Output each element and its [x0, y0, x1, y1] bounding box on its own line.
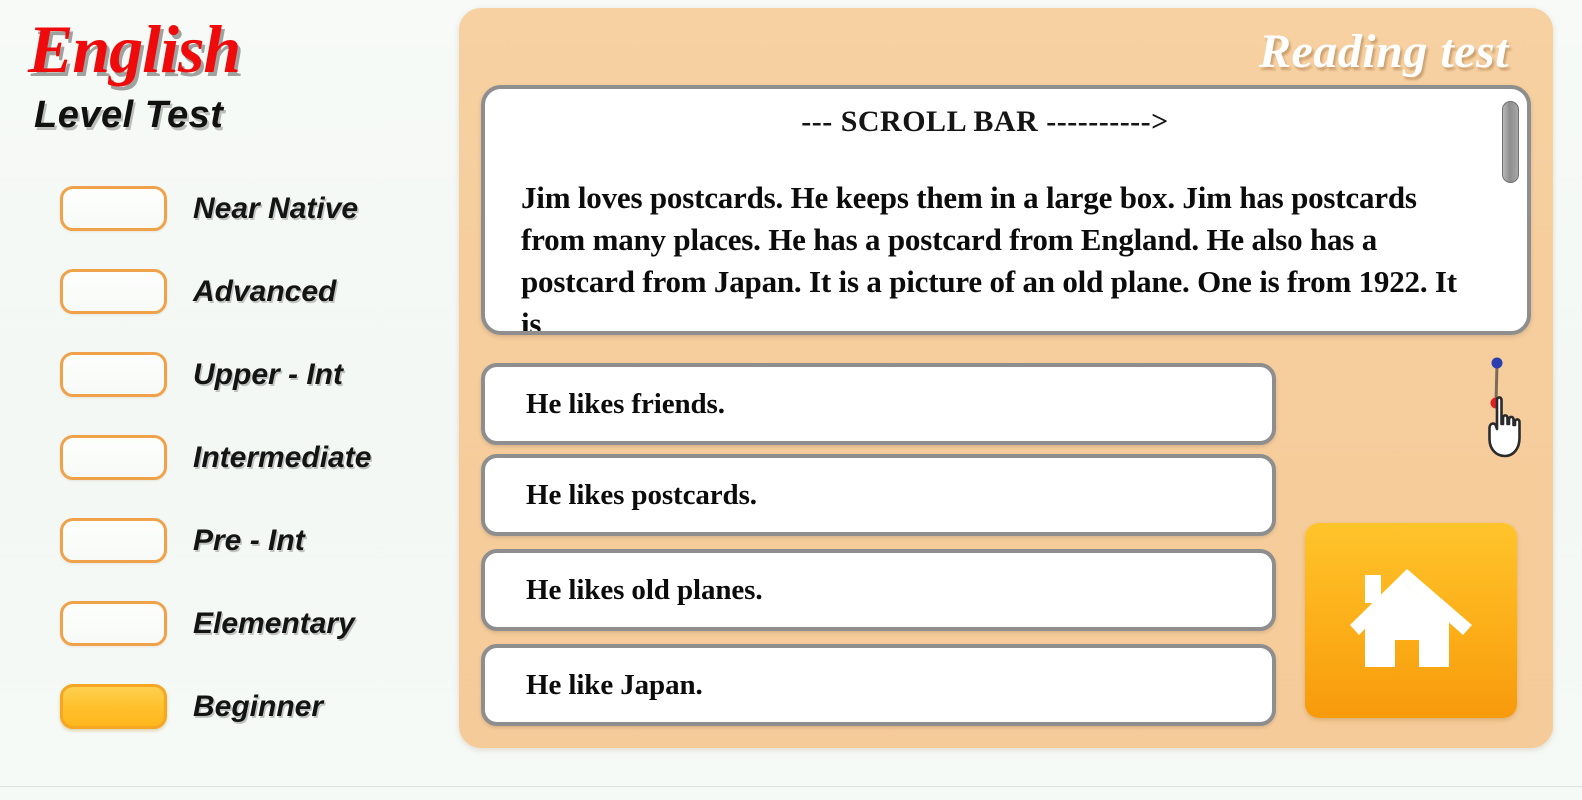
level-label-pre-int: Pre - Int	[193, 523, 305, 557]
level-label-advanced: Advanced	[193, 274, 337, 308]
level-box-near-native[interactable]	[60, 186, 167, 231]
reading-passage-box: --- SCROLL BAR ----------> Jim loves pos…	[481, 85, 1531, 335]
answer-option-c[interactable]: He likes old planes.	[481, 549, 1276, 631]
answer-option-a-label: He likes friends.	[526, 388, 725, 420]
level-box-upper-int[interactable]	[60, 352, 167, 397]
level-row-beginner[interactable]: Beginner	[0, 682, 452, 765]
level-row-near-native[interactable]: Near Native	[0, 184, 452, 267]
answer-option-d-label: He like Japan.	[526, 669, 703, 701]
answer-option-d[interactable]: He like Japan.	[481, 644, 1276, 726]
level-row-intermediate[interactable]: Intermediate	[0, 433, 452, 516]
reading-passage-text: Jim loves postcards. He keeps them in a …	[521, 180, 1457, 335]
level-label-beginner: Beginner	[193, 689, 324, 723]
level-box-beginner[interactable]	[60, 684, 167, 729]
answer-option-b-label: He likes postcards.	[526, 479, 757, 511]
page-title: Reading test	[1258, 25, 1509, 78]
level-box-advanced[interactable]	[60, 269, 167, 314]
level-label-elementary: Elementary	[193, 606, 355, 640]
vertical-scrollbar[interactable]	[1499, 93, 1521, 327]
sidebar: English Level Test Near Native Advanced …	[0, 0, 452, 775]
answer-option-a[interactable]: He likes friends.	[481, 363, 1276, 445]
level-box-intermediate[interactable]	[60, 435, 167, 480]
home-icon	[1350, 568, 1472, 667]
level-row-pre-int[interactable]: Pre - Int	[0, 516, 452, 599]
scroll-bar-hint-label: --- SCROLL BAR ---------->	[801, 105, 1169, 138]
level-label-intermediate: Intermediate	[193, 440, 372, 474]
home-button[interactable]	[1305, 523, 1517, 718]
level-box-pre-int[interactable]	[60, 518, 167, 563]
level-row-advanced[interactable]: Advanced	[0, 267, 452, 350]
bottom-divider	[0, 786, 1582, 787]
scrollbar-thumb[interactable]	[1502, 101, 1519, 183]
reading-test-panel: Reading test --- SCROLL BAR ----------> …	[459, 8, 1553, 748]
english-level-test-app: English Level Test Near Native Advanced …	[0, 0, 1582, 800]
level-label-upper-int: Upper - Int	[193, 357, 343, 391]
level-list: Near Native Advanced Upper - Int Interme…	[0, 184, 452, 765]
level-box-elementary[interactable]	[60, 601, 167, 646]
level-label-near-native: Near Native	[193, 191, 359, 225]
answer-option-b[interactable]: He likes postcards.	[481, 454, 1276, 536]
answer-option-c-label: He likes old planes.	[526, 574, 763, 606]
logo-english-text: English	[28, 11, 241, 87]
logo-level-test-text: Level Test	[34, 94, 224, 136]
level-row-upper-int[interactable]: Upper - Int	[0, 350, 452, 433]
level-row-elementary[interactable]: Elementary	[0, 599, 452, 682]
